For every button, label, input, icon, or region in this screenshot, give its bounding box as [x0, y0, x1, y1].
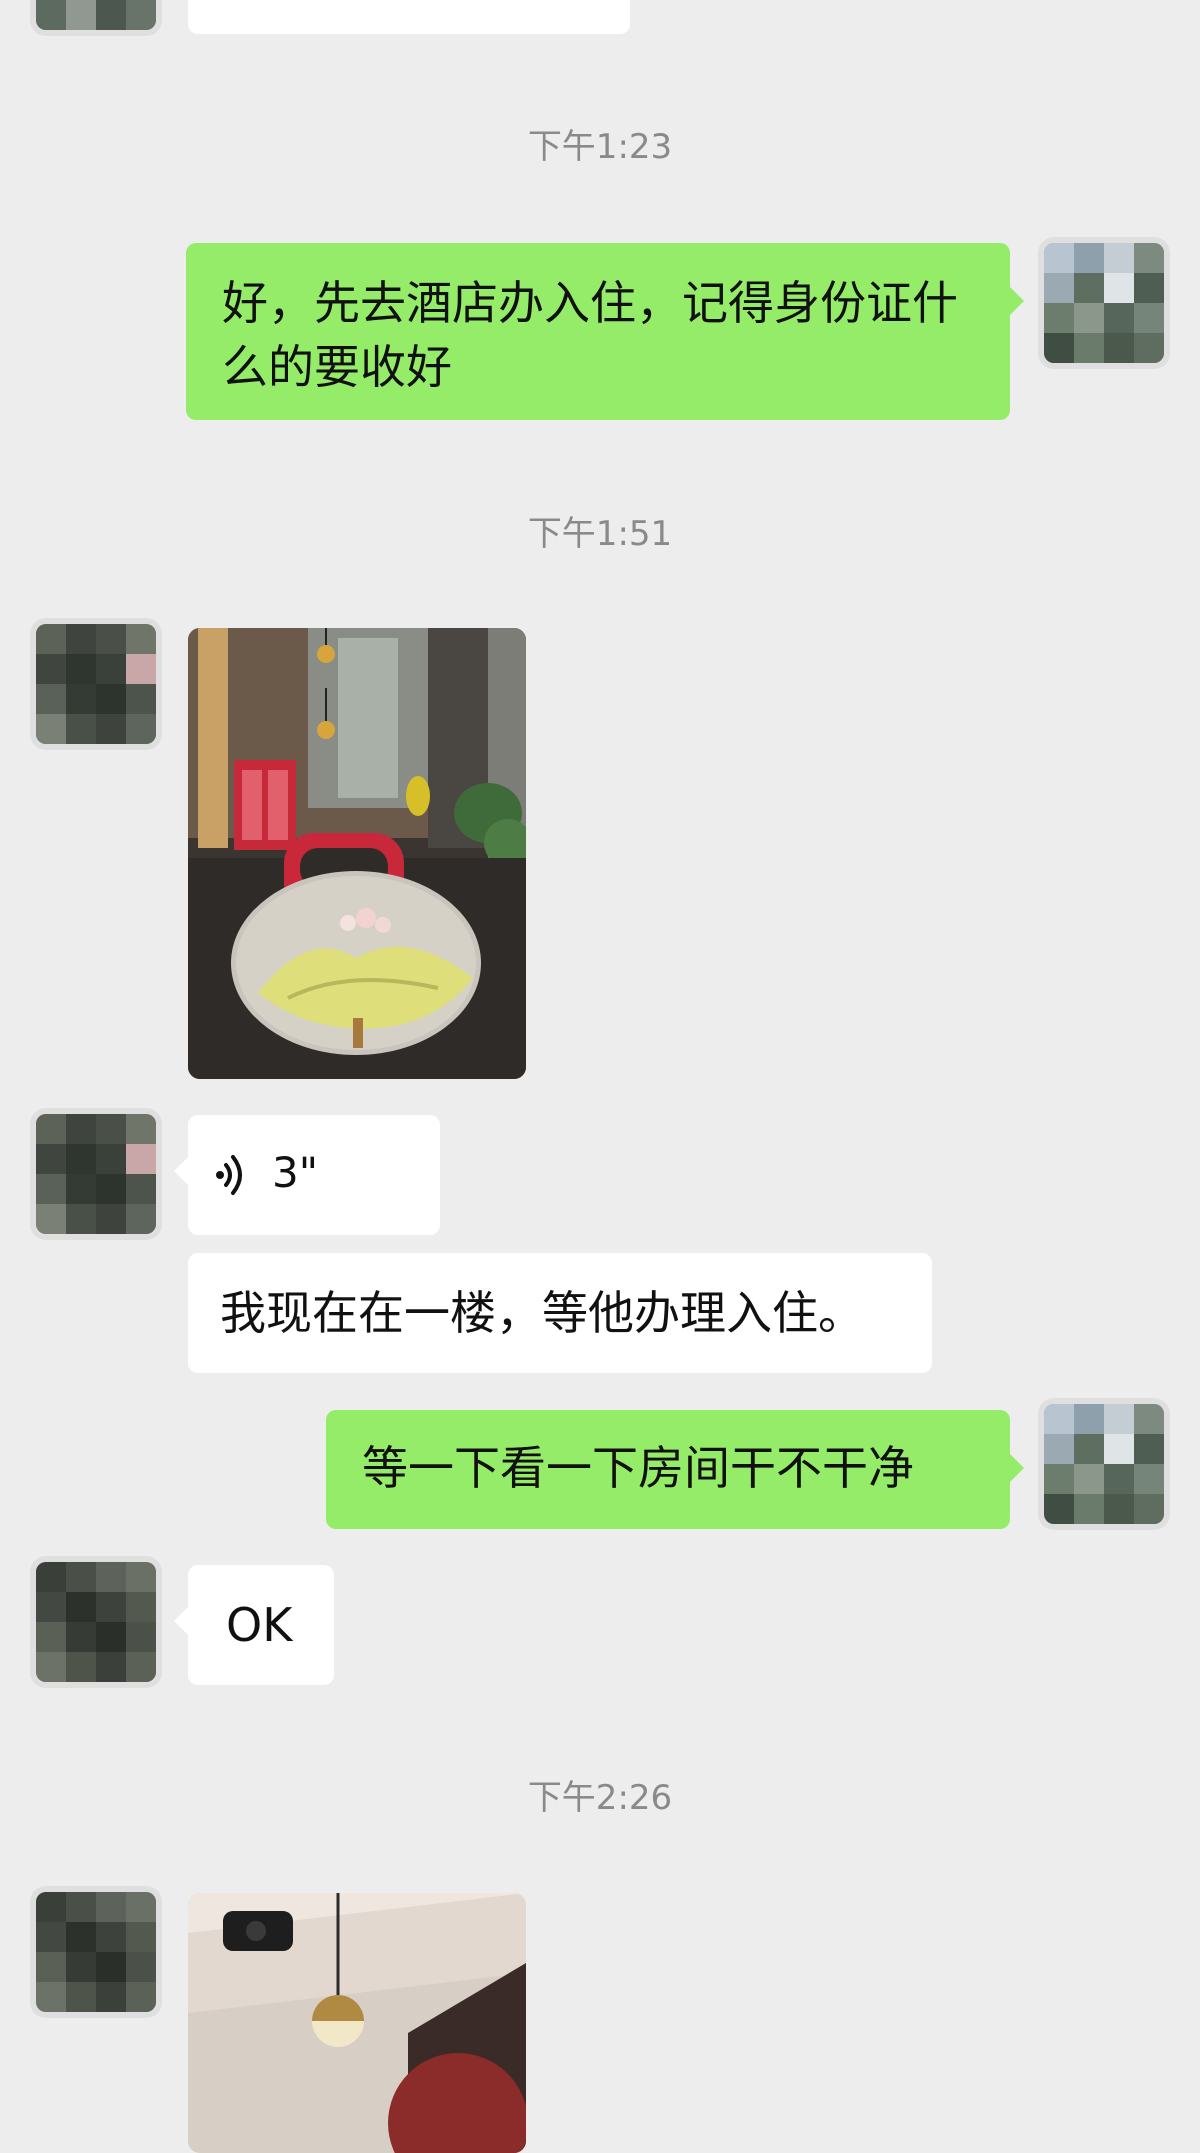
avatar-contact[interactable] [36, 1892, 156, 2012]
message-bubble-partial[interactable] [188, 0, 630, 34]
image-message-hotel-lobby[interactable] [188, 628, 526, 1079]
timestamp: 下午1:23 [527, 127, 673, 167]
image-message-hotel-room[interactable] [188, 1893, 526, 2153]
avatar-contact[interactable] [36, 1562, 156, 1682]
message-bubble-contact[interactable]: OK [174, 1565, 334, 1685]
avatar-contact[interactable] [36, 1114, 156, 1234]
message-bubble-self[interactable]: 等一下看一下房间干不干净 [326, 1410, 1024, 1529]
message-text: 等一下看一下房间干不干净 [362, 1441, 914, 1495]
avatar-mosaic [36, 1892, 156, 2012]
voice-message[interactable]: 3" [174, 1115, 440, 1235]
avatar-self[interactable] [1044, 1404, 1164, 1524]
avatar-mosaic [36, 0, 156, 30]
avatar-mosaic [36, 1114, 156, 1234]
message-bubble-contact[interactable]: 我现在在一楼，等他办理入住。 [188, 1253, 932, 1373]
avatar-mosaic [1044, 243, 1164, 363]
avatar-self[interactable] [1044, 243, 1164, 363]
avatar-mosaic [1044, 1404, 1164, 1524]
voice-wave-icon [216, 1155, 242, 1195]
hotel-room-photo [188, 1893, 526, 2153]
avatar-contact[interactable] [36, 0, 156, 30]
avatar-mosaic [36, 1562, 156, 1682]
avatar-mosaic [36, 624, 156, 744]
avatar-contact[interactable] [36, 624, 156, 744]
message-text: 我现在在一楼，等他办理入住。 [220, 1286, 864, 1340]
message-bubble-self[interactable]: 好，先去酒店办入住，记得身份证什么的要收好 [186, 243, 1024, 420]
timestamp: 下午2:26 [527, 1778, 673, 1818]
hotel-lobby-photo [188, 628, 526, 1079]
message-text: 好，先去酒店办入住，记得身份证什么的要收好 [222, 276, 958, 394]
message-text: OK [226, 1598, 293, 1652]
timestamp: 下午1:51 [527, 514, 673, 554]
voice-duration: 3" [272, 1148, 319, 1197]
